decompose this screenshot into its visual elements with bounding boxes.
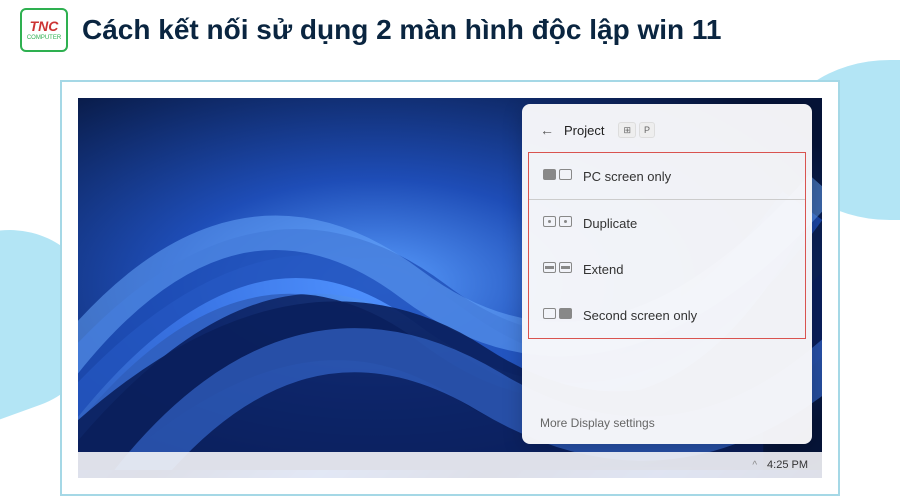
- option-second-screen-only[interactable]: Second screen only: [529, 292, 805, 338]
- windows-taskbar[interactable]: ^ 4:25 PM: [78, 452, 822, 478]
- option-duplicate[interactable]: Duplicate: [529, 200, 805, 246]
- option-pc-screen-only[interactable]: PC screen only: [529, 153, 805, 200]
- duplicate-icon: [543, 214, 571, 232]
- windows-desktop: ← Project ⊞ P PC screen only: [78, 98, 822, 478]
- shortcut-key-win: ⊞: [618, 122, 636, 138]
- taskbar-clock[interactable]: 4:25 PM: [767, 459, 808, 471]
- page-title: Cách kết nối sử dụng 2 màn hình độc lập …: [82, 14, 722, 46]
- option-extend[interactable]: Extend: [529, 246, 805, 292]
- logo-sub-text: COMPUTER: [27, 35, 61, 41]
- panel-title: Project: [564, 123, 604, 138]
- shortcut-hint: ⊞ P: [618, 122, 655, 138]
- option-label: Extend: [583, 262, 623, 277]
- back-arrow-icon[interactable]: ←: [540, 122, 554, 138]
- project-flyout-panel: ← Project ⊞ P PC screen only: [522, 104, 812, 444]
- screenshot-container: ← Project ⊞ P PC screen only: [60, 80, 840, 496]
- panel-header: ← Project ⊞ P: [522, 118, 812, 152]
- pc-screen-only-icon: [543, 167, 571, 185]
- project-options-highlight: PC screen only Duplicate: [528, 152, 806, 339]
- logo-main-text: TNC: [30, 19, 59, 33]
- option-label: Duplicate: [583, 216, 637, 231]
- option-label: Second screen only: [583, 308, 697, 323]
- article-header: TNC COMPUTER Cách kết nối sử dụng 2 màn …: [0, 0, 900, 60]
- option-label: PC screen only: [583, 169, 671, 184]
- more-display-settings-link[interactable]: More Display settings: [540, 416, 655, 430]
- extend-icon: [543, 260, 571, 278]
- taskbar-chevron-icon[interactable]: ^: [752, 460, 757, 471]
- second-screen-only-icon: [543, 306, 571, 324]
- shortcut-key-p: P: [639, 122, 655, 138]
- tnc-logo: TNC COMPUTER: [20, 8, 68, 52]
